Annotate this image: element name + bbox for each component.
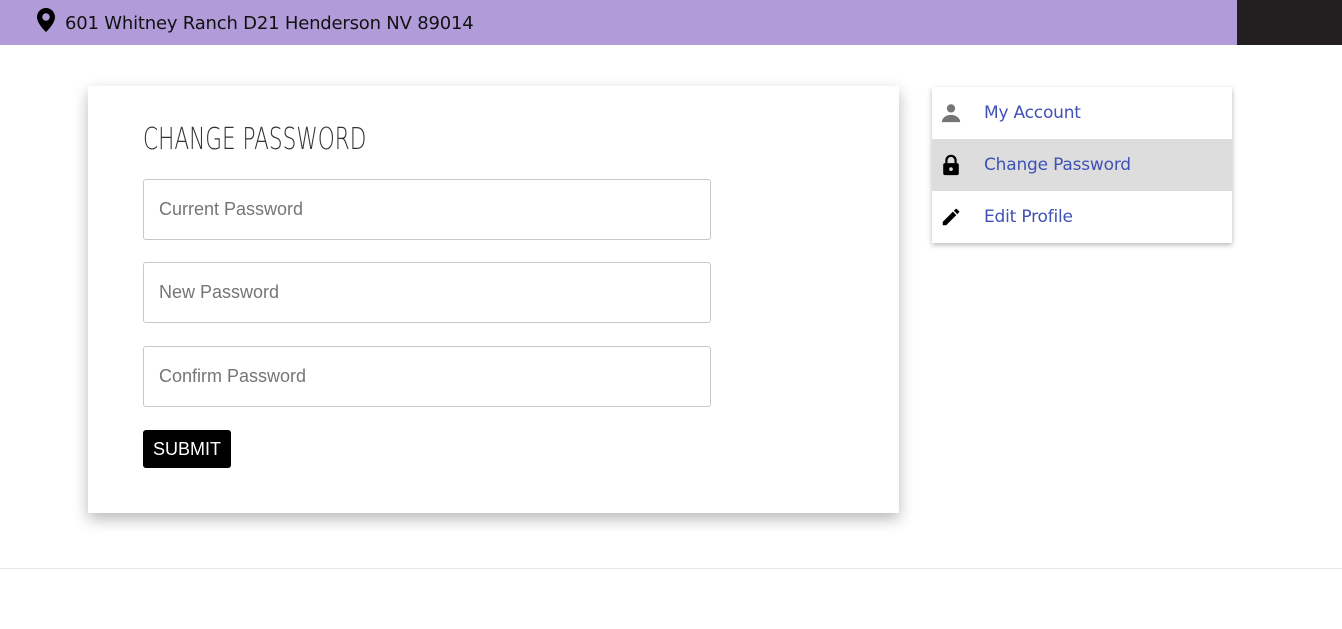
pencil-icon [942,208,960,226]
sidebar-item-edit-profile[interactable]: Edit Profile [932,191,1232,243]
store-address: 601 Whitney Ranch D21 Henderson NV 89014 [65,13,474,34]
sidebar-item-label: Edit Profile [984,207,1073,227]
sidebar-item-label: My Account [984,103,1081,123]
current-password-input[interactable] [143,179,711,240]
confirm-password-input[interactable] [143,346,711,407]
sidebar-item-label: Change Password [984,155,1131,175]
submit-button[interactable]: SUBMIT [143,430,231,468]
sidebar-item-change-password[interactable]: Change Password [932,139,1232,191]
new-password-input[interactable] [143,262,711,323]
lock-icon [943,154,959,176]
top-address-bar: 601 Whitney Ranch D21 Henderson NV 89014 [0,0,1237,45]
account-side-menu: My Account Change Password Edit Profile [932,87,1232,243]
map-pin-icon [37,8,55,32]
footer-divider [0,568,1342,569]
change-password-card: Change Password SUBMIT [88,86,899,513]
sidebar-item-my-account[interactable]: My Account [932,87,1232,139]
top-bar-dark-block [1237,0,1342,45]
page-title: Change Password [143,122,367,157]
person-icon [941,104,961,123]
